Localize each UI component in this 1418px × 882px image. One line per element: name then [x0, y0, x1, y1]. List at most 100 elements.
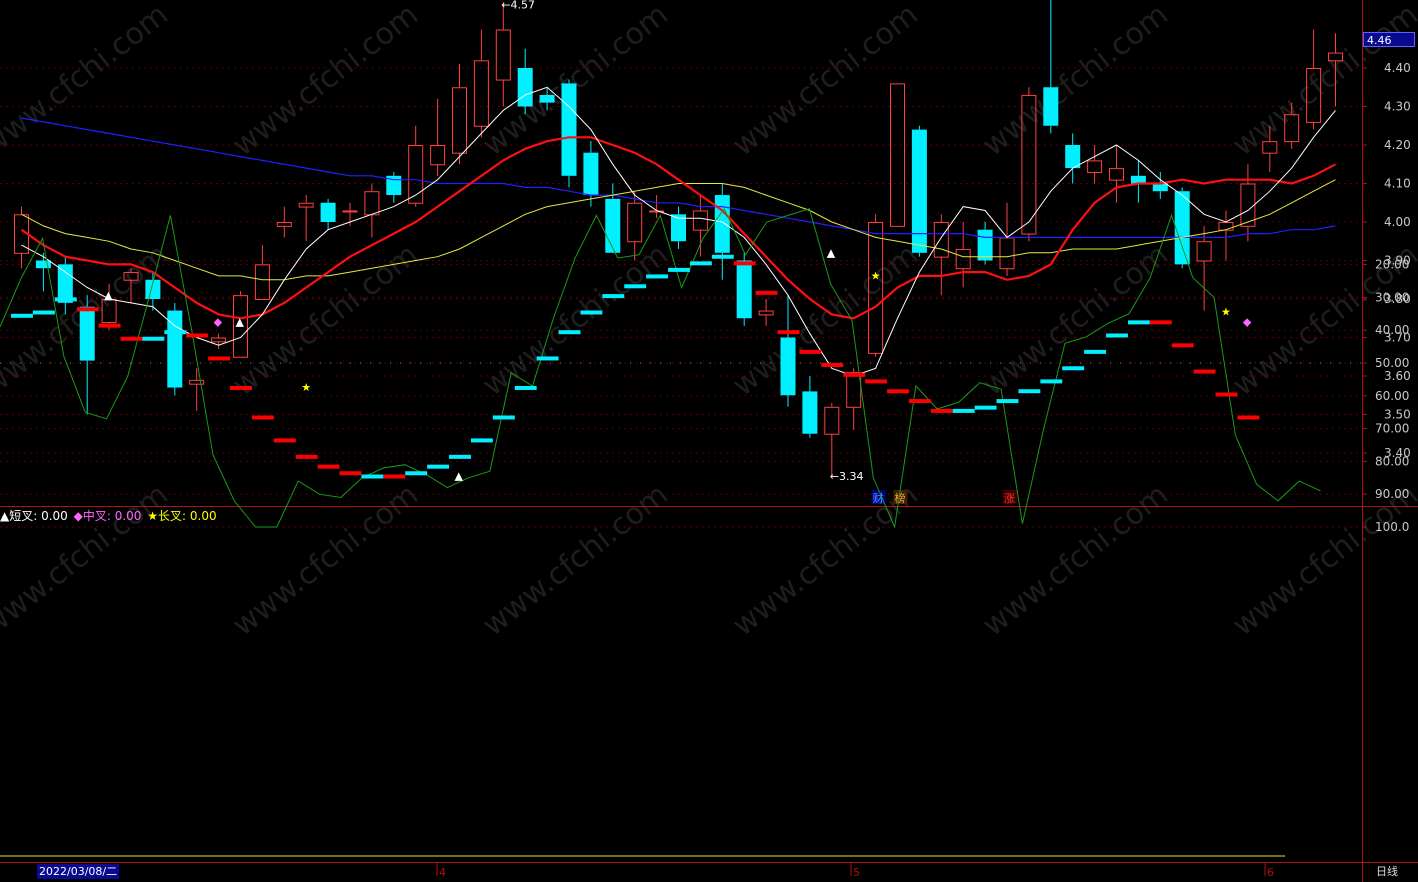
candle-body: [320, 202, 336, 222]
candle: [167, 302, 183, 396]
candle: [583, 141, 599, 207]
candle-body: [605, 198, 621, 253]
candle-body: [57, 264, 73, 303]
candle-body: [1109, 168, 1124, 181]
low-price-label: ←3.34: [830, 470, 864, 483]
candle-body: [999, 237, 1015, 270]
current-price-badge: 4.46: [1363, 32, 1415, 47]
osc-block: [449, 454, 471, 459]
candle-body: [473, 60, 489, 127]
cross-signal-marker: ◆: [214, 315, 223, 328]
candle-body: [35, 260, 51, 269]
osc-block: [558, 330, 581, 335]
price-tick-label: 4.00: [1384, 215, 1411, 229]
osc-block: [887, 389, 909, 394]
osc-block: [142, 336, 165, 341]
osc-block: [339, 471, 362, 476]
osc-tick-label: 20.00: [1375, 258, 1409, 272]
osc-block: [536, 356, 559, 361]
candle-body: [517, 68, 533, 107]
cross-signal-marker: ★: [871, 269, 881, 282]
cross-signal-marker: ◆: [1243, 315, 1252, 328]
candle: [298, 195, 314, 242]
candle-body: [495, 29, 511, 81]
osc-block: [32, 310, 55, 315]
price-tick-label: 4.20: [1384, 138, 1411, 152]
event-marker-label: 涨: [1004, 492, 1015, 505]
osc-block: [1193, 369, 1216, 374]
candle: [561, 79, 577, 188]
candle: [780, 295, 796, 407]
candle: [1087, 145, 1103, 184]
watermark-text: www.cfchi.com: [476, 477, 675, 643]
osc-tick-label: 50.00: [1375, 356, 1409, 370]
candle: [364, 183, 380, 238]
osc-block: [295, 454, 318, 459]
candle-body: [1087, 160, 1103, 173]
osc-block: [1062, 366, 1085, 371]
osc-block: [843, 372, 866, 377]
candle-body: [430, 145, 446, 166]
osc-block: [689, 261, 712, 266]
osc-tick-label: 40.00: [1375, 323, 1409, 337]
osc-block: [821, 363, 844, 367]
candle: [758, 299, 774, 326]
candle: [1152, 171, 1168, 199]
candle-body: [254, 264, 270, 301]
candle: [824, 402, 840, 477]
osc-block: [668, 267, 690, 272]
osc-block: [1106, 333, 1128, 338]
candle: [79, 295, 95, 415]
indicator-legend: ▲短叉: 0.00 ◆中叉: 0.00 ★长叉: 0.00: [0, 507, 219, 524]
candle-body: [824, 406, 840, 435]
candle-body: [1196, 241, 1212, 262]
candle-body: [933, 222, 949, 258]
osc-block: [186, 333, 209, 338]
candle-body: [189, 379, 205, 385]
osc-tick-label: 60.00: [1375, 389, 1409, 403]
watermark-text: www.cfchi.com: [1226, 477, 1418, 643]
osc-block: [1237, 415, 1260, 420]
cross-signal-marker: ▲: [236, 315, 245, 328]
candle: [1130, 160, 1146, 203]
price-tick-label: 4.40: [1384, 61, 1411, 75]
osc-block: [492, 415, 515, 420]
osc-block: [1018, 389, 1041, 394]
watermark-text: www.cfchi.com: [226, 0, 425, 163]
candle-body: [167, 310, 183, 388]
osc-block: [361, 474, 384, 479]
cross-signal-marker: ★: [301, 381, 311, 394]
period-label[interactable]: 日线: [1376, 864, 1398, 879]
candle: [911, 125, 927, 257]
candle: [1043, 0, 1059, 134]
cross-signal-marker: ▲: [455, 470, 464, 483]
candle: [1109, 145, 1124, 203]
osc-block: [405, 471, 428, 476]
legend-mid-cross: ◆中叉: 0.00: [73, 509, 142, 523]
osc-block: [908, 399, 931, 404]
osc-block: [755, 290, 778, 295]
month-label: 4: [439, 866, 446, 879]
candle-body: [276, 222, 292, 227]
osc-block: [865, 379, 888, 384]
osc-block: [602, 294, 625, 299]
osc-block: [1040, 379, 1063, 384]
osc-tick-label: 80.00: [1375, 454, 1409, 468]
stock-chart[interactable]: www.cfchi.com www.cfchi.com www.cfchi.com w…: [0, 0, 1418, 882]
cursor-date-label: 2022/03/08/二: [37, 864, 120, 879]
candle: [211, 333, 227, 350]
watermark-text: www.cfchi.com: [976, 237, 1175, 403]
candle: [692, 195, 708, 257]
osc-tick-label: 30.00: [1375, 290, 1409, 304]
osc-block: [1171, 343, 1194, 348]
candle-body: [342, 210, 358, 213]
osc-block: [624, 284, 647, 289]
candle: [386, 171, 402, 203]
candle-body: [561, 83, 577, 176]
watermark-text: www.cfchi.com: [0, 477, 175, 643]
osc-block: [777, 330, 800, 335]
watermark-text: www.cfchi.com: [226, 237, 425, 403]
osc-block: [251, 415, 274, 420]
osc-block: [317, 464, 340, 469]
candle: [430, 98, 446, 176]
